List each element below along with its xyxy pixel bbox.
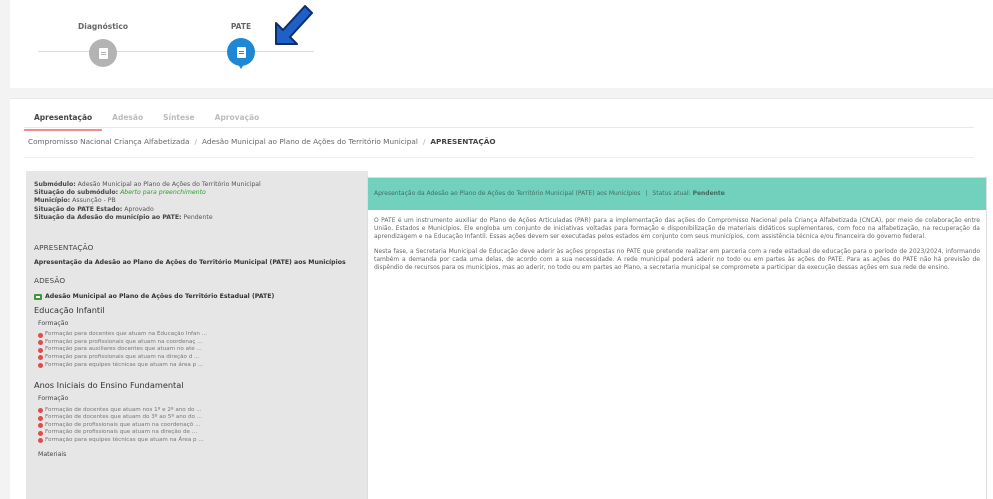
breadcrumb: Compromisso Nacional Criança Alfabetizad… bbox=[28, 137, 496, 146]
list-educacao-infantil: Formação para docentes que atuam na Educ… bbox=[38, 331, 360, 369]
info-situacao-adesao: Situação da Adesão do município ao PATE:… bbox=[34, 213, 213, 221]
error-icon bbox=[38, 438, 43, 444]
list-item[interactable]: Formação para equipes técnicas que atuam… bbox=[38, 437, 360, 445]
error-icon bbox=[38, 423, 43, 429]
content-header-separator: | bbox=[645, 190, 648, 197]
breadcrumb-divider bbox=[24, 157, 974, 158]
error-icon bbox=[38, 430, 43, 436]
content-body: O PATE é um instrumento auxiliar do Plan… bbox=[368, 210, 986, 285]
list-item[interactable]: Formação de docentes que atuam do 3º ao … bbox=[38, 414, 360, 422]
arrow-pointer-icon bbox=[275, 5, 313, 45]
breadcrumb-item[interactable]: Compromisso Nacional Criança Alfabetizad… bbox=[28, 137, 190, 146]
subgroup-formacao: Formação bbox=[38, 395, 69, 403]
status-label: Status atual: bbox=[652, 190, 691, 197]
info-situacao-pate: Situação do PATE Estado: Aprovado bbox=[34, 205, 154, 213]
list-anos-iniciais: Formação de docentes que atuam nos 1º e … bbox=[38, 407, 360, 445]
progress-stepper: Diagnóstico PATE bbox=[10, 0, 993, 88]
subgroup-materiais: Materiais bbox=[38, 450, 67, 458]
error-icon bbox=[38, 347, 43, 353]
main-panel: Apresentação Adesão Síntese Aprovação Co… bbox=[10, 98, 993, 499]
error-icon bbox=[38, 362, 43, 368]
paragraph-intro: O PATE é um instrumento auxiliar do Plan… bbox=[374, 217, 980, 241]
error-icon bbox=[38, 407, 43, 413]
breadcrumb-item[interactable]: Adesão Municipal ao Plano de Ações do Te… bbox=[202, 137, 418, 146]
error-icon bbox=[38, 340, 43, 346]
subgroup-formacao: Formação bbox=[38, 320, 69, 328]
content-header: Apresentação da Adesão ao Plano de Ações… bbox=[368, 178, 986, 210]
section-apresentacao: APRESENTAÇÃO bbox=[34, 243, 94, 253]
status-flag-icon bbox=[34, 293, 42, 300]
status-badge: Pendente bbox=[692, 190, 725, 197]
stepper-line bbox=[38, 51, 314, 52]
list-item[interactable]: Formação para docentes que atuam na Educ… bbox=[38, 331, 360, 339]
error-icon bbox=[38, 415, 43, 421]
list-item[interactable]: Formação para auxiliares docentes que at… bbox=[38, 346, 360, 354]
list-item[interactable]: Formação de profissionais que atuam na c… bbox=[38, 422, 360, 430]
error-icon bbox=[38, 355, 43, 361]
sidebar-link-apresentacao[interactable]: Apresentação da Adesão ao Plano de Ações… bbox=[34, 259, 360, 267]
content-panel: Apresentação da Adesão ao Plano de Ações… bbox=[367, 177, 987, 499]
group-anos-iniciais: Anos Iniciais do Ensino Fundamental bbox=[34, 380, 184, 391]
group-educacao-infantil: Educação Infantil bbox=[34, 304, 105, 315]
step-diagnostico-button[interactable] bbox=[89, 39, 117, 67]
paragraph-phase: Nesta fase, a Secretaria Municipal de Ed… bbox=[374, 247, 980, 272]
sidebar: Submódulo: Adesão Municipal ao Plano de … bbox=[26, 171, 368, 499]
step-pate-label: PATE bbox=[230, 22, 252, 31]
document-icon bbox=[98, 47, 108, 59]
section-adesao: ADESÃO bbox=[34, 276, 66, 286]
content-header-title: Apresentação da Adesão ao Plano de Ações… bbox=[374, 190, 641, 197]
step-pin-tip bbox=[236, 61, 246, 69]
sidebar-link-adesao-label: Adesão Municipal ao Plano de Ações do Te… bbox=[45, 292, 275, 300]
list-item[interactable]: Formação para profissionais que atuam na… bbox=[38, 354, 360, 362]
list-item[interactable]: Formação para equipes técnicas que atuam… bbox=[38, 362, 360, 370]
tabs-divider bbox=[24, 127, 974, 128]
document-icon bbox=[236, 46, 246, 58]
list-item[interactable]: Formação para profissionais que atuam na… bbox=[38, 339, 360, 347]
info-municipio: Município: Assunção - PB bbox=[34, 197, 116, 205]
step-diagnostico-label: Diagnóstico bbox=[78, 22, 128, 31]
list-item[interactable]: Formação de profissionais que atuam na d… bbox=[38, 429, 360, 437]
sidebar-link-adesao[interactable]: Adesão Municipal ao Plano de Ações do Te… bbox=[34, 293, 360, 301]
breadcrumb-current: APRESENTAÇÃO bbox=[430, 137, 496, 146]
info-submodulo: Submódulo: Adesão Municipal ao Plano de … bbox=[34, 181, 261, 188]
error-icon bbox=[38, 332, 43, 338]
